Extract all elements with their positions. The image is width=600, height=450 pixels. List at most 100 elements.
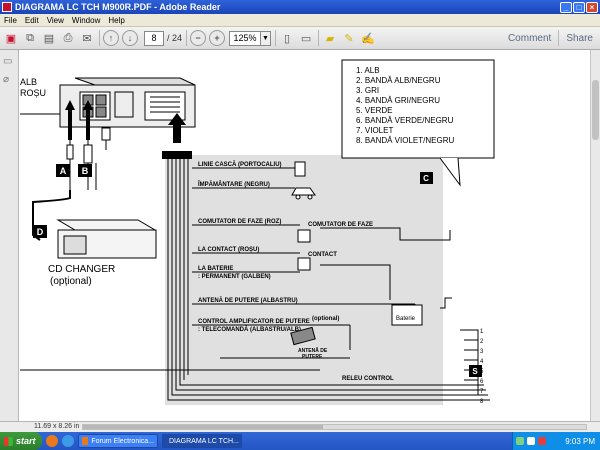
- menu-view[interactable]: View: [43, 16, 68, 25]
- page-total: / 24: [167, 33, 183, 43]
- create-pdf-icon[interactable]: ▣: [3, 30, 19, 46]
- wiring-diagram: ALB ROȘU A B D CD CHANGER (opțional) 1. …: [20, 59, 495, 405]
- speaker-num: 2: [480, 339, 484, 345]
- toolbar-separator: [318, 30, 320, 46]
- clock[interactable]: 9:03 PM: [565, 437, 595, 446]
- ie-icon[interactable]: [62, 435, 74, 447]
- next-page-button[interactable]: ↓: [122, 30, 138, 46]
- legend-item: 6. BANDĂ VERDE/NEGRU: [356, 116, 454, 125]
- phase-switch-connector: [297, 229, 311, 243]
- close-button[interactable]: ×: [586, 1, 598, 13]
- zoom-dropdown-icon[interactable]: ▼: [261, 30, 272, 46]
- browser-icon: [82, 437, 89, 445]
- page-size: 11.69 x 8.26 in: [34, 423, 80, 430]
- firefox-icon[interactable]: [46, 435, 58, 447]
- toolbar-separator: [275, 30, 277, 46]
- wire-label-amp-remote: : TELECOMANDĂ (ALBASTRU/ALB): [198, 326, 301, 333]
- previous-page-button[interactable]: ↑: [103, 30, 119, 46]
- menu-edit[interactable]: Edit: [21, 16, 43, 25]
- cd-optional-label: (opțional): [50, 276, 92, 287]
- speaker-num: 6: [480, 379, 484, 385]
- share-button[interactable]: Share: [559, 33, 600, 44]
- antenna-label: ANTENĂ DE: [298, 347, 328, 354]
- taskbar-item-reader[interactable]: DIAGRAMA LC TCH...: [162, 434, 242, 448]
- highlight-icon[interactable]: ✎: [341, 30, 357, 46]
- sticky-note-icon[interactable]: ▰: [322, 30, 338, 46]
- wire-label-phase-switch: COMUTATOR DE FAZE (ROZ): [198, 219, 281, 225]
- navigation-pane: ▭ ⌀: [0, 50, 19, 421]
- zoom-in-button[interactable]: +: [209, 30, 226, 46]
- label-a: A: [60, 166, 67, 176]
- vertical-scrollbar[interactable]: [590, 50, 600, 421]
- start-button[interactable]: start: [0, 432, 42, 450]
- taskbar-item-browser[interactable]: Forum Electronica...: [78, 434, 158, 448]
- comment-button[interactable]: Comment: [501, 33, 558, 44]
- legend-item: 8. BANDĂ VIOLET/NEGRU: [356, 136, 454, 145]
- email-icon[interactable]: ✉: [79, 30, 95, 46]
- battery-label: Baterie: [396, 316, 416, 322]
- vertical-scroll-thumb[interactable]: [592, 80, 599, 140]
- legend-item: 4. BANDĂ GRI/NEGRU: [356, 96, 440, 105]
- attachments-icon[interactable]: ⌀: [3, 74, 15, 86]
- wire-label-power-antenna: ANTENĂ DE PUTERE (ALBASTRU): [198, 297, 298, 304]
- menu-help[interactable]: Help: [104, 16, 128, 25]
- maximize-button[interactable]: □: [573, 1, 585, 13]
- toolbar-separator: [186, 30, 188, 46]
- speaker-num: 3: [480, 349, 484, 355]
- label-s: S: [472, 367, 478, 376]
- wire-label-battery-permanent: : PERMANENT (GALBEN): [198, 274, 271, 280]
- contact-connector: [297, 257, 311, 271]
- phone-icon: [294, 161, 306, 177]
- harness-connector: [162, 151, 192, 159]
- top-left-label-alb: ALB: [20, 77, 37, 87]
- start-label: start: [16, 436, 36, 446]
- wire-label-battery: LA BATERIE: [198, 266, 233, 272]
- wire-label-contact: LA CONTACT (ROȘU): [198, 247, 259, 253]
- menu-window[interactable]: Window: [68, 16, 104, 25]
- legend-item: 3. GRI: [356, 86, 379, 95]
- fit-width-icon[interactable]: ▭: [298, 30, 314, 46]
- menu-bar: File Edit View Window Help: [0, 14, 600, 27]
- zoom-out-button[interactable]: −: [190, 30, 207, 46]
- window-titlebar[interactable]: DIAGRAMA LC TCH M900R.PDF - Adobe Reader…: [0, 0, 600, 14]
- menu-file[interactable]: File: [0, 16, 21, 25]
- contact-box-label: CONTACT: [308, 252, 337, 258]
- volume-icon[interactable]: [527, 437, 535, 445]
- save-icon[interactable]: ▤: [41, 30, 57, 46]
- top-left-label-rosu: ROȘU: [20, 88, 46, 98]
- network-icon[interactable]: [516, 437, 524, 445]
- speaker-num: 4: [480, 359, 484, 365]
- wire-label-ground: ÎMPĂMÂNTARE (NEGRU): [197, 180, 270, 188]
- label-b: B: [82, 166, 89, 176]
- toolbar: ▣ ⧉ ▤ ⎙ ✉ ↑ ↓ 8 / 24 − + 125% ▼ ▯ ▭ ▰ ✎ …: [0, 27, 600, 50]
- horizontal-scrollbar[interactable]: [82, 424, 587, 430]
- zoom-input[interactable]: 125%: [229, 30, 262, 46]
- battery-icon: [391, 304, 423, 326]
- speaker-num: 1: [480, 329, 484, 335]
- legend-item: 7. VIOLET: [356, 126, 393, 135]
- security-icon[interactable]: [538, 437, 546, 445]
- taskbar: start Forum Electronica... DIAGRAMA LC T…: [0, 432, 600, 450]
- antenna-label-2: PUTERE: [302, 354, 323, 360]
- pages-icon[interactable]: ▭: [3, 56, 15, 68]
- fit-page-icon[interactable]: ▯: [279, 30, 295, 46]
- system-tray: 9:03 PM: [512, 432, 600, 450]
- minimize-button[interactable]: _: [560, 1, 572, 13]
- print-icon[interactable]: ⎙: [60, 30, 76, 46]
- label-d: D: [37, 227, 44, 237]
- windows-logo-icon: [4, 436, 13, 446]
- open-icon[interactable]: ⧉: [22, 30, 38, 46]
- adobe-reader-icon: [2, 2, 12, 12]
- phase-switch-box-label: COMUTATOR DE FAZE: [308, 222, 373, 228]
- speaker-num: 5: [480, 369, 484, 375]
- legend-item: 1. ALB: [356, 66, 380, 75]
- cd-changer-label: CD CHANGER: [48, 264, 115, 275]
- legend-item: 5. VERDE: [356, 106, 392, 115]
- document-view[interactable]: ALB ROȘU A B D CD CHANGER (opțional) 1. …: [20, 50, 590, 421]
- horizontal-scroll-thumb[interactable]: [83, 425, 323, 429]
- page-number-input[interactable]: 8: [144, 30, 164, 46]
- sign-icon[interactable]: ✍: [360, 30, 376, 46]
- cd-changer: [56, 219, 157, 259]
- status-bar: 11.69 x 8.26 in: [0, 421, 600, 432]
- relay-label: RELEU CONTROL: [342, 376, 394, 382]
